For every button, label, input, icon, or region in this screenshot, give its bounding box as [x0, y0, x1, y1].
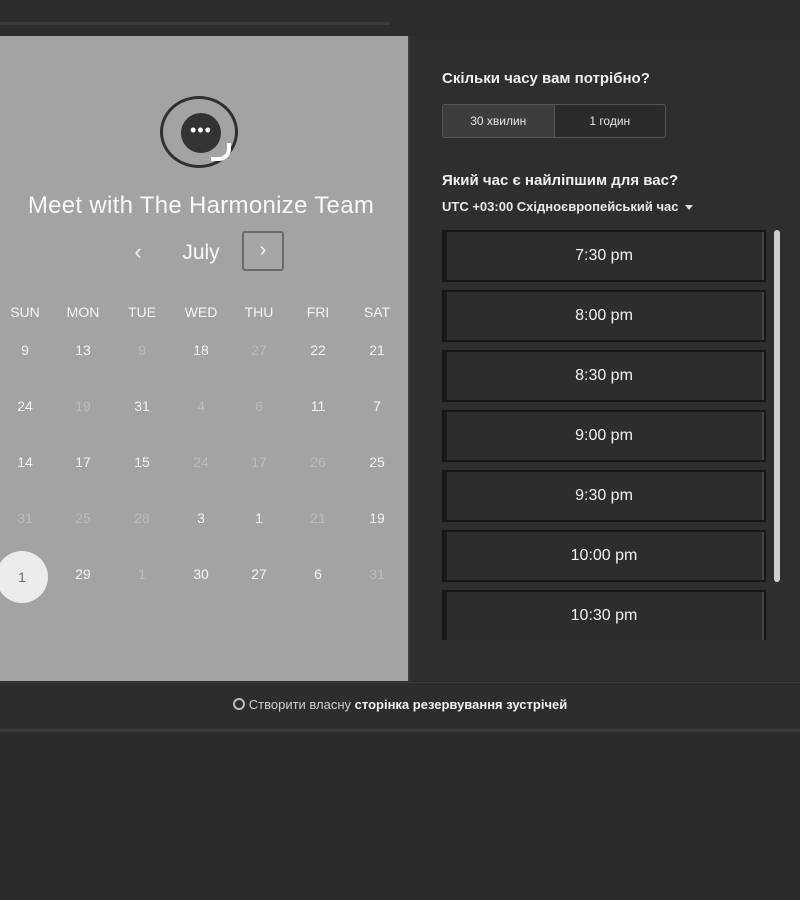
calendar-day-selected[interactable]: 1: [0, 551, 48, 603]
weekday-tue: TUE: [128, 304, 156, 320]
calendar-day[interactable]: 1: [230, 510, 288, 526]
sprocket-icon: [232, 698, 245, 710]
caret-down-icon: [684, 205, 693, 211]
prev-month-button[interactable]: ‹: [122, 236, 154, 268]
footer-text: Створити власну сторінка резервування зу…: [0, 697, 800, 712]
time-slot[interactable]: 8:30 pm: [442, 350, 766, 402]
duration-30min-button[interactable]: 30 хвилин: [443, 105, 555, 137]
calendar-day-unavailable: 1: [138, 566, 146, 582]
calendar-day-unavailable: 21: [310, 510, 326, 526]
calendar-day-unavailable: 28: [134, 510, 150, 526]
weekday-fri: FRI: [306, 304, 330, 320]
month-navigation: ‹ July ›: [0, 231, 402, 276]
page-title: Meet with The Harmonize Team: [27, 192, 375, 219]
calendar-day[interactable]: 15: [113, 454, 171, 470]
calendar-day[interactable]: 24: [0, 398, 54, 414]
timezone-label: UTC +03:00 Східноєвропейський час: [442, 199, 679, 214]
time-slot[interactable]: 7:30 pm: [442, 230, 766, 282]
weekday-wed: WED: [184, 304, 218, 320]
calendar-day[interactable]: 21: [348, 342, 406, 358]
calendar-day[interactable]: 14: [0, 454, 54, 470]
calendar-day[interactable]: 18: [172, 342, 230, 358]
calendar-day[interactable]: 31: [113, 398, 171, 414]
calendar-day[interactable]: 7: [348, 398, 406, 414]
duration-toggle: 30 хвилин 1 годин: [442, 104, 666, 138]
time-slot[interactable]: 10:00 pm: [442, 530, 766, 582]
duration-1h-button[interactable]: 1 годин: [554, 105, 665, 137]
calendar-grid: SUN MON TUE WED THU FRI SAT 9 13 9 18 27…: [0, 294, 408, 610]
time-question: Який час є найліпшим для вас?: [442, 172, 679, 189]
calendar-day[interactable]: 19: [348, 510, 406, 526]
calendar-day[interactable]: 6: [289, 566, 347, 582]
calendar-day[interactable]: 27: [230, 566, 288, 582]
time-slot[interactable]: 10:30 pm: [442, 590, 766, 640]
weekday-header: SUN MON TUE WED THU FRI SAT: [0, 294, 408, 330]
calendar-day[interactable]: 3: [172, 510, 230, 526]
calendar-day-unavailable: 19: [75, 398, 91, 414]
top-bar: [0, 0, 800, 37]
top-bar-edge: [0, 22, 390, 25]
calendar-day-unavailable: 25: [75, 510, 91, 526]
calendar-day[interactable]: 11: [289, 398, 347, 414]
time-slot[interactable]: 8:00 pm: [442, 290, 766, 342]
calendar-day-unavailable: 6: [255, 398, 263, 414]
calendar-day[interactable]: 29: [54, 566, 112, 582]
weekday-sun: SUN: [10, 304, 40, 320]
time-slot-list[interactable]: 7:30 pm 8:00 pm 8:30 pm 9:00 pm 9:30 pm …: [442, 230, 770, 640]
calendar-day[interactable]: 22: [289, 342, 347, 358]
calendar-week: 31 25 28 3 1 21 19: [0, 498, 408, 554]
calendar-day[interactable]: 25: [348, 454, 406, 470]
calendar-day-unavailable: 17: [251, 454, 267, 470]
calendar-day-unavailable: 24: [193, 454, 209, 470]
calendar-week: 1 29 1 30 27 6 31: [0, 551, 408, 610]
time-slot-scrollbar[interactable]: [774, 230, 780, 582]
calendar-day[interactable]: 17: [54, 454, 112, 470]
chat-tail: [211, 143, 231, 161]
duration-question: Скільки часу вам потрібно?: [442, 70, 650, 87]
calendar-week: 9 13 9 18 27 22 21: [0, 330, 408, 386]
weekday-sat: SAT: [363, 304, 391, 320]
next-month-button[interactable]: ›: [242, 231, 284, 271]
calendar-day-unavailable: 27: [251, 342, 267, 358]
calendar-day[interactable]: 30: [172, 566, 230, 582]
calendar-day-unavailable: 26: [310, 454, 326, 470]
footer: Створити власну сторінка резервування зу…: [0, 682, 800, 732]
calendar-day[interactable]: 9: [0, 342, 54, 358]
footer-prefix: Створити власну: [248, 697, 352, 712]
weekday-thu: THU: [244, 304, 274, 320]
time-slot[interactable]: 9:30 pm: [442, 470, 766, 522]
calendar-day-unavailable: 9: [138, 342, 146, 358]
calendar-week: 14 17 15 24 17 26 25: [0, 442, 408, 498]
calendar-week: 24 19 31 4 6 11 7: [0, 386, 408, 442]
calendar-day[interactable]: 13: [54, 342, 112, 358]
weekday-mon: MON: [66, 304, 100, 320]
month-label: July: [182, 241, 220, 264]
chat-logo-icon: •••: [160, 96, 238, 168]
calendar-day-unavailable: 31: [17, 510, 33, 526]
ellipsis-icon: •••: [190, 120, 212, 140]
timezone-dropdown[interactable]: UTC +03:00 Східноєвропейський час: [442, 199, 693, 214]
calendar-day-unavailable: 4: [197, 398, 205, 414]
time-slot[interactable]: 9:00 pm: [442, 410, 766, 462]
calendar-panel: ••• Meet with The Harmonize Team ‹ July …: [0, 36, 408, 681]
create-booking-page-link[interactable]: сторінка резервування зустрічей: [355, 697, 568, 712]
calendar-day-unavailable: 31: [369, 566, 385, 582]
